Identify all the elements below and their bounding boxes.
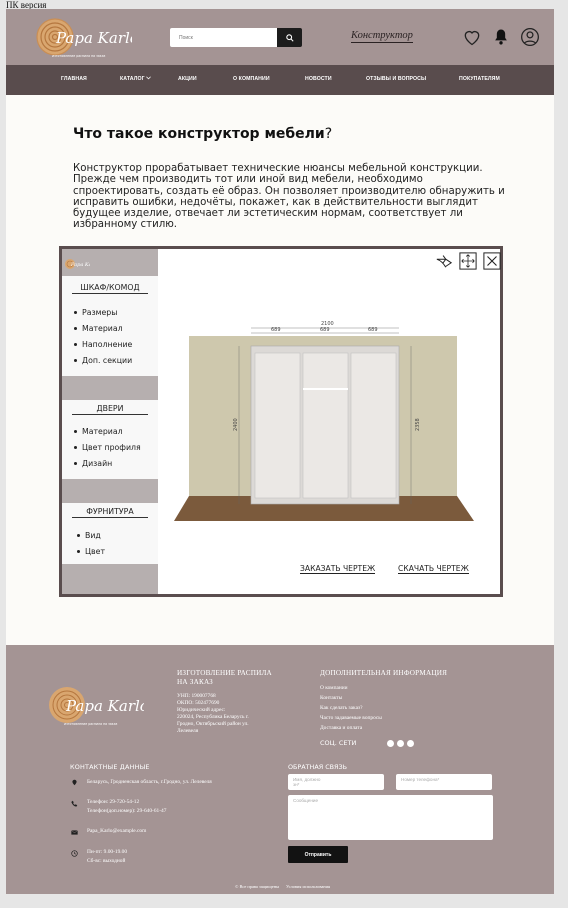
sidebar-band xyxy=(62,376,158,400)
brand-tagline: изготовление распила на заказ xyxy=(52,54,106,58)
download-drawing-link[interactable]: СКАЧАТЬ ЧЕРТЕЖ xyxy=(398,564,469,574)
section-list-hardware: Вид Цвет xyxy=(77,527,105,559)
copyright-text: Все права защищены xyxy=(239,884,280,889)
constructor-sidebar: Papa Karlo ШКАФ/КОМОД Размеры Материал Н… xyxy=(62,249,158,594)
page-title-mark: ? xyxy=(324,126,333,142)
nav-item-home[interactable]: ГЛАВНАЯ xyxy=(61,76,87,82)
nav-item-about[interactable]: О КОМПАНИИ xyxy=(233,76,270,82)
heart-icon[interactable] xyxy=(462,27,482,47)
facebook-icon[interactable] xyxy=(387,740,394,747)
clock-icon xyxy=(71,850,78,857)
company-heading-1: ИЗГОТОВЛЕНИЕ РАСПИЛА xyxy=(177,669,272,677)
info-link-delivery[interactable]: Доставка и оплата xyxy=(320,725,362,732)
section-list-doors: Материал Цвет профиля Дизайн xyxy=(74,423,141,471)
wardrobe-door-left xyxy=(254,352,301,499)
dim-section-3: 689 xyxy=(368,327,378,333)
search-button[interactable] xyxy=(277,28,302,47)
site-header: Papa Karlo изготовление распила на заказ… xyxy=(6,9,554,65)
info-link-about[interactable]: О компании xyxy=(320,685,348,692)
search-box xyxy=(170,28,302,47)
sidebar-logo-text: Papa Karlo xyxy=(70,262,90,268)
phone-field[interactable]: Номер телефона* xyxy=(396,774,492,790)
section-title-doors[interactable]: ДВЕРИ xyxy=(72,404,148,415)
nav-catalog-label: КАТАЛОГ xyxy=(120,76,145,82)
main-nav: ГЛАВНАЯ КАТАЛОГ АКЦИИ О КОМПАНИИ НОВОСТИ… xyxy=(6,65,554,95)
option-filling[interactable]: Наполнение xyxy=(74,336,132,352)
info-heading: ДОПОЛНИТЕЛЬНАЯ ИНФОРМАЦИЯ xyxy=(320,669,448,677)
footer-logo[interactable]: Papa Karlo изготовление распила на заказ xyxy=(44,683,144,729)
sidebar-logo: Papa Karlo xyxy=(65,259,90,269)
chevron-down-icon xyxy=(146,76,152,80)
share-icon[interactable] xyxy=(435,252,453,270)
name-field[interactable]: Имя, должно зн* xyxy=(288,774,384,790)
option-extra-sections[interactable]: Доп. секции xyxy=(74,352,132,368)
nav-item-customers[interactable]: ПОКУПАТЕЛЯМ xyxy=(459,76,500,82)
contact-hours: Пн-пт: 9.00-19.00 xyxy=(87,849,128,855)
page-title: Что такое конструктор мебели? xyxy=(73,126,332,142)
company-heading-2: НА ЗАКАЗ xyxy=(177,678,213,686)
site-footer: Papa Karlo изготовление распила на заказ… xyxy=(6,645,554,894)
close-icon[interactable] xyxy=(483,252,501,270)
contact-phone[interactable]: Телефон: 29-720-54-12 xyxy=(87,799,139,806)
page-frame: Papa Karlo изготовление распила на заказ… xyxy=(6,9,554,894)
order-drawing-link[interactable]: ЗАКАЗАТЬ ЧЕРТЕЖ xyxy=(300,564,376,574)
section-title-cabinet[interactable]: ШКАФ/КОМОД xyxy=(72,283,148,294)
sidebar-band xyxy=(62,479,158,503)
option-sizes[interactable]: Размеры xyxy=(74,304,132,320)
dim-section-2: 689 xyxy=(320,327,330,333)
page-title-text: Что такое конструктор мебели xyxy=(73,126,325,142)
section-list-cabinet: Размеры Материал Наполнение Доп. секции xyxy=(74,304,132,368)
option-door-material[interactable]: Материал xyxy=(74,423,141,439)
instagram-icon[interactable] xyxy=(397,740,404,747)
footer-logo-text: Papa Karlo xyxy=(65,697,144,715)
dim-height-left: 2400 xyxy=(233,418,239,431)
phone-icon xyxy=(71,800,78,807)
brand-logo-text: Papa Karlo xyxy=(55,29,132,47)
vk-icon[interactable] xyxy=(407,740,414,747)
intro-text: Конструктор прорабатывает технические ню… xyxy=(73,163,505,231)
wardrobe-preview: 2100 689 689 689 2400 2358 xyxy=(174,321,474,521)
message-field[interactable]: Сообщение xyxy=(288,795,493,840)
option-design[interactable]: Дизайн xyxy=(74,455,141,471)
contact-email[interactable]: Papa_Karlo@example.com xyxy=(87,828,146,835)
option-type[interactable]: Вид xyxy=(77,527,105,543)
wardrobe-door-center xyxy=(302,352,349,499)
social-label: СОЦ. СЕТИ xyxy=(320,739,357,747)
contacts-heading: КОНТАКТНЫЕ ДАННЫЕ xyxy=(70,763,150,771)
constructor-link[interactable]: Конструктор xyxy=(351,30,413,43)
wardrobe-door-right xyxy=(350,352,397,499)
user-icon[interactable] xyxy=(520,27,540,47)
fullscreen-icon[interactable] xyxy=(459,252,477,270)
contact-weekend: Сб-вс: выходной xyxy=(87,858,126,864)
info-link-how-to-order[interactable]: Как сделать заказ? xyxy=(320,705,363,712)
constructor-widget: Papa Karlo ШКАФ/КОМОД Размеры Материал Н… xyxy=(59,246,503,597)
contact-phone-alt[interactable]: Телефон(доп.номер): 29-640-61-47 xyxy=(87,808,166,815)
info-link-faq[interactable]: Часто задаваемые вопросы xyxy=(320,715,382,722)
feedback-heading: ОБРАТНАЯ СВЯЗЬ xyxy=(288,763,347,771)
info-link-contacts[interactable]: Контакты xyxy=(320,695,342,702)
brand-logo[interactable]: Papa Karlo изготовление распила на заказ xyxy=(32,15,132,61)
dim-height-right: 2358 xyxy=(415,418,421,431)
footer-tagline: изготовление распила на заказ xyxy=(64,722,118,726)
location-icon xyxy=(72,779,77,786)
sidebar-band xyxy=(62,564,158,594)
search-icon xyxy=(285,33,294,42)
nav-item-reviews[interactable]: ОТЗЫВЫ И ВОПРОСЫ xyxy=(366,76,426,82)
section-title-hardware[interactable]: ФУРНИТУРА xyxy=(72,507,148,518)
search-input[interactable] xyxy=(170,28,277,47)
bell-icon[interactable] xyxy=(491,27,511,47)
mail-icon xyxy=(71,830,78,835)
copyright: © Все права защищены xyxy=(235,884,280,889)
option-profile-color[interactable]: Цвет профиля xyxy=(74,439,141,455)
company-line: Лелевеля xyxy=(177,728,199,734)
nav-item-catalog[interactable]: КАТАЛОГ xyxy=(120,76,152,82)
dim-section-1: 689 xyxy=(271,327,281,333)
contact-address: Беларусь, Гродненская область, г.Гродно,… xyxy=(87,779,212,785)
nav-item-sales[interactable]: АКЦИИ xyxy=(178,76,197,82)
nav-item-news[interactable]: НОВОСТИ xyxy=(305,76,332,82)
option-color[interactable]: Цвет xyxy=(77,543,105,559)
send-button[interactable]: Отправить xyxy=(288,846,348,863)
terms-link[interactable]: Условия использования xyxy=(286,884,330,889)
option-material[interactable]: Материал xyxy=(74,320,132,336)
